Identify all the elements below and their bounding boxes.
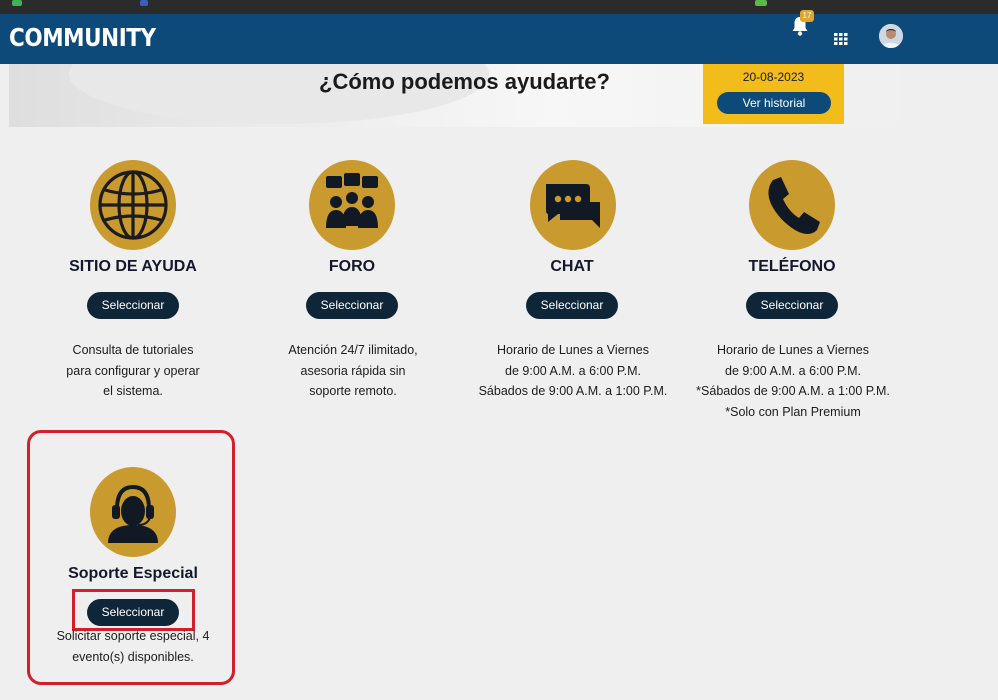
desc-line: soporte remoto. xyxy=(309,384,397,398)
desc-line: *Solo con Plan Premium xyxy=(725,404,861,419)
user-avatar[interactable] xyxy=(879,24,903,48)
chat-icon xyxy=(530,160,616,250)
card-desc-soporte-especial: Solicitar soporte especial, 4 evento(s) … xyxy=(23,626,243,667)
card-desc-telefono: Horario de Lunes a Viernes de 9:00 A.M. … xyxy=(683,340,903,422)
highlight-annotation-button xyxy=(72,589,195,631)
os-taskbar-strip xyxy=(0,0,998,14)
card-desc-chat: Horario de Lunes a Viernes de 9:00 A.M. … xyxy=(463,340,683,402)
desc-line: de 9:00 A.M. a 6:00 P.M. xyxy=(725,363,861,378)
select-button-foro[interactable]: Seleccionar xyxy=(306,292,398,319)
desc-line: Horario de Lunes a Viernes xyxy=(717,343,869,357)
headset-icon xyxy=(90,467,176,557)
desc-line: *Sábados de 9:00 A.M. a 1:00 P.M. xyxy=(696,384,890,398)
notification-count-badge: 17 xyxy=(800,10,814,22)
history-panel: 20-08-2023 Ver historial xyxy=(703,64,844,124)
card-desc-sitio-de-ayuda: Consulta de tutoriales para configurar y… xyxy=(23,340,243,402)
desc-line: Consulta de tutoriales xyxy=(72,343,194,357)
brand-logo[interactable]: COMMUNITY xyxy=(9,23,156,52)
desc-line: el sistema. xyxy=(103,384,163,398)
select-button-telefono[interactable]: Seleccionar xyxy=(746,292,838,319)
select-button-sitio-de-ayuda[interactable]: Seleccionar xyxy=(87,292,179,319)
hero-title: ¿Cómo podemos ayudarte? xyxy=(319,69,610,94)
history-date: 20-08-2023 xyxy=(742,70,805,84)
phone-icon xyxy=(749,160,835,250)
desc-line: Sábados de 9:00 A.M. a 1:00 P.M. xyxy=(478,384,668,398)
card-title-telefono: TELÉFONO xyxy=(748,258,836,275)
card-title-soporte-especial: Soporte Especial xyxy=(68,565,198,582)
desc-line: Solicitar soporte especial, 4 xyxy=(56,629,210,643)
card-title-chat: CHAT xyxy=(550,258,594,275)
desc-line: Atención 24/7 ilimitado, xyxy=(288,343,418,357)
desc-line: asesoria rápida sin xyxy=(300,363,406,378)
select-button-chat[interactable]: Seleccionar xyxy=(526,292,618,319)
desc-line: para configurar y operar xyxy=(66,363,200,378)
view-history-button[interactable]: Ver historial xyxy=(717,92,831,114)
apps-grid-icon[interactable] xyxy=(834,32,848,50)
forum-icon xyxy=(309,160,395,250)
desc-line: evento(s) disponibles. xyxy=(72,649,194,664)
card-title-sitio-de-ayuda: SITIO DE AYUDA xyxy=(69,258,197,275)
desc-line: Horario de Lunes a Viernes xyxy=(497,343,649,357)
top-navigation-bar: COMMUNITY xyxy=(0,14,998,64)
card-title-foro: FORO xyxy=(328,258,376,275)
globe-icon xyxy=(90,160,176,250)
hero-banner: ¿Cómo podemos ayudarte? 20-08-2023 Ver h… xyxy=(9,64,916,127)
desc-line: de 9:00 A.M. a 6:00 P.M. xyxy=(505,363,641,378)
card-desc-foro: Atención 24/7 ilimitado, asesoria rápida… xyxy=(243,340,463,402)
